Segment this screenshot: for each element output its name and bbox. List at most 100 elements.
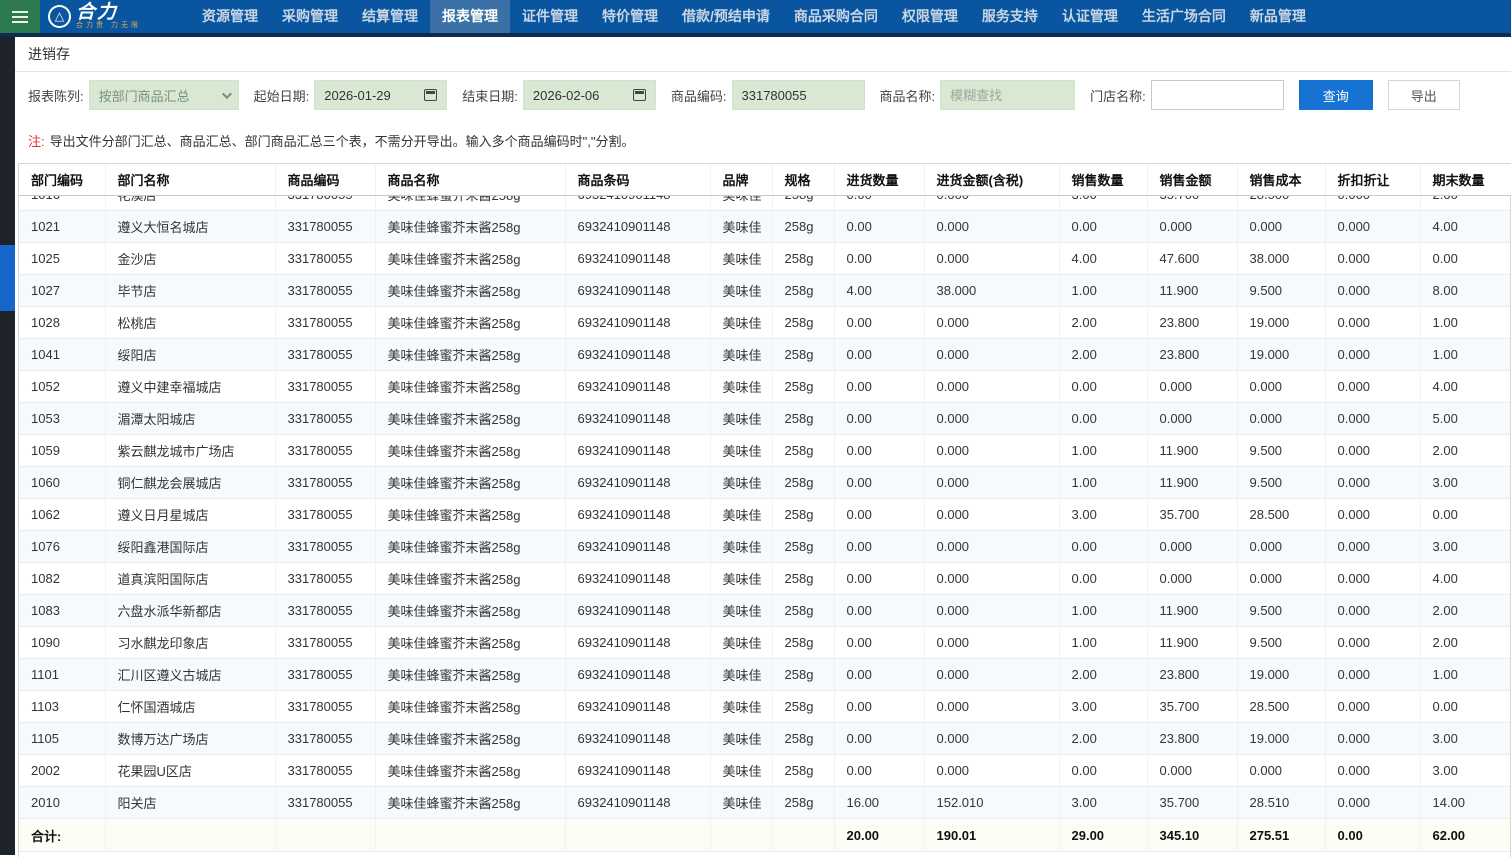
table-row[interactable]: 1016花溪店331780055美味佳蜂蜜芥末酱258g693241090114… — [19, 196, 1510, 211]
table-cell: 6932410901148 — [565, 627, 710, 659]
table-row[interactable]: 1062遵义日月星城店331780055美味佳蜂蜜芥末酱258g69324109… — [19, 499, 1510, 531]
table-row[interactable]: 2002花果园U区店331780055美味佳蜂蜜芥末酱258g693241090… — [19, 755, 1510, 787]
nav-item[interactable]: 新品管理 — [1238, 0, 1318, 33]
table-row[interactable]: 1101汇川区遵义古城店331780055美味佳蜂蜜芥末酱258g6932410… — [19, 659, 1510, 691]
table-cell: 28.500 — [1237, 499, 1325, 531]
table-row[interactable]: 1105数博万达广场店331780055美味佳蜂蜜芥末酱258g69324109… — [19, 723, 1510, 755]
table-cell: 0.00 — [834, 499, 924, 531]
table-cell: 0.000 — [1325, 211, 1420, 243]
nav-item[interactable]: 生活广场合同 — [1130, 0, 1238, 33]
table-cell: 合计: — [19, 819, 105, 852]
column-header: 规格 — [772, 164, 834, 195]
start-date-label: 起始日期: — [254, 86, 310, 105]
table-cell: 美味佳蜂蜜芥末酱258g — [375, 691, 565, 723]
end-date-input[interactable]: 2026-02-06 — [523, 80, 656, 110]
table-cell: 美味佳 — [710, 755, 772, 787]
table-cell: 0.000 — [1147, 563, 1237, 595]
table-cell: 美味佳蜂蜜芥末酱258g — [375, 211, 565, 243]
table-header: 部门编码部门名称商品编码商品名称商品条码品牌规格进货数量进货金额(含税)销售数量… — [19, 164, 1511, 196]
table-row[interactable]: 1052遵义中建幸福城店331780055美味佳蜂蜜芥末酱258g6932410… — [19, 371, 1510, 403]
start-date-input[interactable]: 2026-01-29 — [314, 80, 447, 110]
table-cell: 金沙店 — [105, 243, 275, 275]
tab-report[interactable]: 进销存 — [28, 44, 70, 64]
table-row[interactable]: 1028松桃店331780055美味佳蜂蜜芥末酱258g693241090114… — [19, 307, 1510, 339]
table-row[interactable]: 1103仁怀国酒城店331780055美味佳蜂蜜芥末酱258g693241090… — [19, 691, 1510, 723]
table-row[interactable]: 1060铜仁麒龙会展城店331780055美味佳蜂蜜芥末酱258g6932410… — [19, 467, 1510, 499]
table-cell: 0.000 — [1325, 787, 1420, 819]
table-cell: 0.000 — [1325, 755, 1420, 787]
nav-item[interactable]: 采购管理 — [270, 0, 350, 33]
table-row[interactable]: 1041绥阳店331780055美味佳蜂蜜芥末酱258g693241090114… — [19, 339, 1510, 371]
scrollbar-thumb[interactable] — [0, 245, 15, 311]
product-name-input[interactable] — [940, 80, 1075, 110]
table-row[interactable]: 1027毕节店331780055美味佳蜂蜜芥末酱258g693241090114… — [19, 275, 1510, 307]
query-button[interactable]: 查询 — [1299, 80, 1373, 110]
table-cell: 9.500 — [1237, 435, 1325, 467]
table-cell: 0.00 — [834, 371, 924, 403]
table-cell: 0.00 — [834, 595, 924, 627]
product-code-input[interactable] — [732, 80, 865, 110]
table-cell: 345.10 — [1147, 819, 1237, 852]
table-cell: 美味佳 — [710, 787, 772, 819]
store-name-input[interactable] — [1151, 80, 1284, 110]
table-cell: 258g — [772, 595, 834, 627]
table-cell: 美味佳蜂蜜芥末酱258g — [375, 595, 565, 627]
table-cell: 23.800 — [1147, 659, 1237, 691]
table-cell: 1.00 — [1059, 595, 1147, 627]
nav-item[interactable]: 证件管理 — [510, 0, 590, 33]
report-type-select[interactable]: 按部门商品汇总 — [89, 80, 239, 110]
table-row[interactable]: 1059紫云麒龙城市广场店331780055美味佳蜂蜜芥末酱258g693241… — [19, 435, 1510, 467]
table-row[interactable]: 1025金沙店331780055美味佳蜂蜜芥末酱258g693241090114… — [19, 243, 1510, 275]
table-cell: 258g — [772, 371, 834, 403]
table-body-viewport[interactable]: 1016花溪店331780055美味佳蜂蜜芥末酱258g693241090114… — [19, 196, 1510, 857]
table-cell: 0.00 — [1325, 819, 1420, 852]
table-cell: 258g — [772, 243, 834, 275]
nav-item[interactable]: 服务支持 — [970, 0, 1050, 33]
table-cell: 38.000 — [924, 275, 1059, 307]
table-cell: 铜仁麒龙会展城店 — [105, 467, 275, 499]
table-cell: 美味佳蜂蜜芥末酱258g — [375, 659, 565, 691]
column-header: 商品编码 — [275, 164, 375, 195]
column-header: 商品名称 — [375, 164, 565, 195]
nav-item[interactable]: 报表管理 — [430, 0, 510, 33]
table-cell: 1.00 — [1059, 275, 1147, 307]
export-button[interactable]: 导出 — [1388, 80, 1460, 110]
table-cell: 1021 — [19, 211, 105, 243]
table-row[interactable]: 1083六盘水派华新都店331780055美味佳蜂蜜芥末酱258g6932410… — [19, 595, 1510, 627]
menu-toggle-button[interactable] — [0, 0, 40, 33]
table-cell: 1076 — [19, 531, 105, 563]
table-row[interactable]: 2010阳关店331780055美味佳蜂蜜芥末酱258g693241090114… — [19, 787, 1510, 819]
nav-item[interactable]: 认证管理 — [1050, 0, 1130, 33]
table-cell — [275, 819, 375, 852]
table-cell: 331780055 — [275, 659, 375, 691]
table-cell: 1052 — [19, 371, 105, 403]
table-row[interactable]: 1090习水麒龙印象店331780055美味佳蜂蜜芥末酱258g69324109… — [19, 627, 1510, 659]
table-cell: 9.500 — [1237, 275, 1325, 307]
table-cell: 258g — [772, 787, 834, 819]
table-cell: 11.900 — [1147, 275, 1237, 307]
table-cell: 美味佳蜂蜜芥末酱258g — [375, 627, 565, 659]
nav-item[interactable]: 商品采购合同 — [782, 0, 890, 33]
table-cell: 28.510 — [1237, 787, 1325, 819]
table-cell: 1.00 — [1420, 307, 1510, 339]
table-row[interactable]: 1021遵义大恒名城店331780055美味佳蜂蜜芥末酱258g69324109… — [19, 211, 1510, 243]
table-cell — [710, 819, 772, 852]
table-cell: 258g — [772, 196, 834, 211]
table-cell: 258g — [772, 403, 834, 435]
table-cell: 美味佳 — [710, 595, 772, 627]
table-row[interactable]: 1076绥阳鑫港国际店331780055美味佳蜂蜜芥末酱258g69324109… — [19, 531, 1510, 563]
table-row[interactable]: 1053湄潭太阳城店331780055美味佳蜂蜜芥末酱258g693241090… — [19, 403, 1510, 435]
nav-item[interactable]: 权限管理 — [890, 0, 970, 33]
nav-menu: 资源管理采购管理结算管理报表管理证件管理特价管理借款/预结申请商品采购合同权限管… — [190, 0, 1318, 33]
table-body: 1016花溪店331780055美味佳蜂蜜芥末酱258g693241090114… — [19, 196, 1510, 853]
nav-item[interactable]: 借款/预结申请 — [670, 0, 782, 33]
table-cell: 美味佳蜂蜜芥末酱258g — [375, 243, 565, 275]
nav-item[interactable]: 资源管理 — [190, 0, 270, 33]
nav-item[interactable]: 特价管理 — [590, 0, 670, 33]
table-cell: 美味佳蜂蜜芥末酱258g — [375, 339, 565, 371]
table-row[interactable]: 1082道真滨阳国际店331780055美味佳蜂蜜芥末酱258g69324109… — [19, 563, 1510, 595]
column-header: 商品条码 — [565, 164, 710, 195]
table-cell: 6932410901148 — [565, 499, 710, 531]
table-cell: 0.000 — [1325, 307, 1420, 339]
nav-item[interactable]: 结算管理 — [350, 0, 430, 33]
